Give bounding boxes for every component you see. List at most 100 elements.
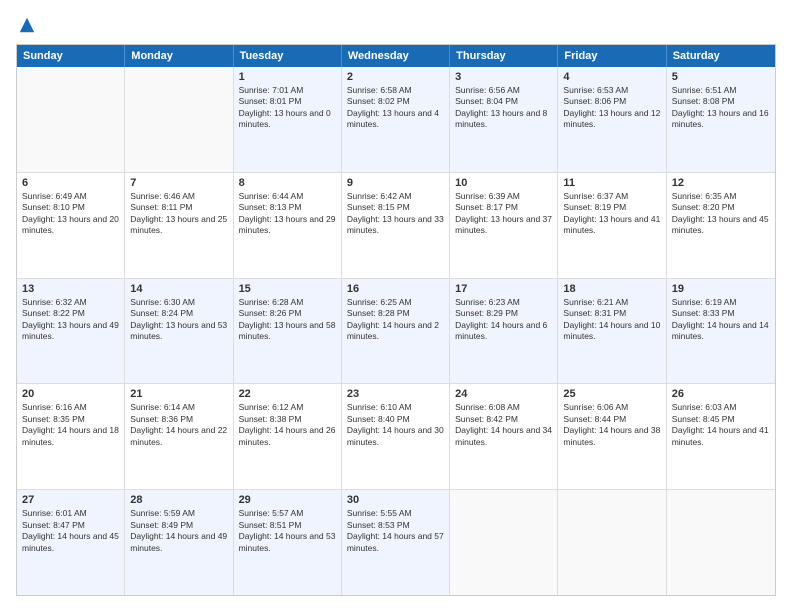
day-info: Sunrise: 6:01 AMSunset: 8:47 PMDaylight:… [22, 508, 119, 554]
day-number: 18 [563, 283, 660, 295]
day-number: 1 [239, 71, 336, 83]
day-cell-24: 24 Sunrise: 6:08 AMSunset: 8:42 PMDayligh… [450, 384, 558, 489]
calendar-row: 6 Sunrise: 6:49 AMSunset: 8:10 PMDaylight… [17, 172, 775, 278]
empty-cell [125, 67, 233, 172]
day-info: Sunrise: 6:12 AMSunset: 8:38 PMDaylight:… [239, 402, 336, 448]
day-info: Sunrise: 6:25 AMSunset: 8:28 PMDaylight:… [347, 297, 444, 343]
day-info: Sunrise: 6:06 AMSunset: 8:44 PMDaylight:… [563, 402, 660, 448]
calendar-row: 27 Sunrise: 6:01 AMSunset: 8:47 PMDayligh… [17, 489, 775, 595]
day-cell-22: 22 Sunrise: 6:12 AMSunset: 8:38 PMDayligh… [234, 384, 342, 489]
day-cell-26: 26 Sunrise: 6:03 AMSunset: 8:45 PMDayligh… [667, 384, 775, 489]
day-number: 10 [455, 177, 552, 189]
day-info: Sunrise: 6:10 AMSunset: 8:40 PMDaylight:… [347, 402, 444, 448]
day-number: 15 [239, 283, 336, 295]
day-cell-13: 13 Sunrise: 6:32 AMSunset: 8:22 PMDayligh… [17, 279, 125, 384]
day-number: 25 [563, 388, 660, 400]
day-number: 19 [672, 283, 770, 295]
day-info: Sunrise: 6:37 AMSunset: 8:19 PMDaylight:… [563, 191, 660, 237]
day-cell-27: 27 Sunrise: 6:01 AMSunset: 8:47 PMDayligh… [17, 490, 125, 595]
day-number: 2 [347, 71, 444, 83]
day-number: 30 [347, 494, 444, 506]
day-cell-15: 15 Sunrise: 6:28 AMSunset: 8:26 PMDayligh… [234, 279, 342, 384]
day-cell-29: 29Sunrise: 5:57 AMSunset: 8:51 PMDayligh… [234, 490, 342, 595]
day-number: 17 [455, 283, 552, 295]
empty-cell [667, 490, 775, 595]
day-header-monday: Monday [125, 45, 233, 67]
day-number: 5 [672, 71, 770, 83]
day-number: 11 [563, 177, 660, 189]
day-cell-14: 14Sunrise: 6:30 AMSunset: 8:24 PMDayligh… [125, 279, 233, 384]
day-info: Sunrise: 6:32 AMSunset: 8:22 PMDaylight:… [22, 297, 119, 343]
day-info: Sunrise: 6:16 AMSunset: 8:35 PMDaylight:… [22, 402, 119, 448]
day-number: 16 [347, 283, 444, 295]
logo-text [16, 16, 36, 34]
day-cell-23: 23 Sunrise: 6:10 AMSunset: 8:40 PMDayligh… [342, 384, 450, 489]
day-info: Sunrise: 6:51 AMSunset: 8:08 PMDaylight:… [672, 85, 770, 131]
day-info: Sunrise: 6:58 AMSunset: 8:02 PMDaylight:… [347, 85, 444, 131]
day-info: Sunrise: 6:56 AMSunset: 8:04 PMDaylight:… [455, 85, 552, 131]
day-number: 6 [22, 177, 119, 189]
day-info: Sunrise: 6:08 AMSunset: 8:42 PMDaylight:… [455, 402, 552, 448]
day-info: Sunrise: 6:14 AMSunset: 8:36 PMDaylight:… [130, 402, 227, 448]
day-cell-3: 3 Sunrise: 6:56 AMSunset: 8:04 PMDaylight… [450, 67, 558, 172]
day-info: Sunrise: 6:30 AMSunset: 8:24 PMDaylight:… [130, 297, 227, 343]
day-number: 27 [22, 494, 119, 506]
calendar-header: SundayMondayTuesdayWednesdayThursdayFrid… [17, 45, 775, 67]
day-number: 13 [22, 283, 119, 295]
day-info: Sunrise: 5:57 AMSunset: 8:51 PMDaylight:… [239, 508, 336, 554]
day-info: Sunrise: 6:53 AMSunset: 8:06 PMDaylight:… [563, 85, 660, 131]
day-cell-28: 28 Sunrise: 5:59 AMSunset: 8:49 PMDayligh… [125, 490, 233, 595]
day-number: 9 [347, 177, 444, 189]
day-info: Sunrise: 6:21 AMSunset: 8:31 PMDaylight:… [563, 297, 660, 343]
day-info: Sunrise: 6:42 AMSunset: 8:15 PMDaylight:… [347, 191, 444, 237]
day-cell-20: 20 Sunrise: 6:16 AMSunset: 8:35 PMDayligh… [17, 384, 125, 489]
day-header-wednesday: Wednesday [342, 45, 450, 67]
day-header-saturday: Saturday [667, 45, 775, 67]
day-cell-18: 18 Sunrise: 6:21 AMSunset: 8:31 PMDayligh… [558, 279, 666, 384]
day-cell-1: 1 Sunrise: 7:01 AMSunset: 8:01 PMDaylight… [234, 67, 342, 172]
day-cell-21: 21 Sunrise: 6:14 AMSunset: 8:36 PMDayligh… [125, 384, 233, 489]
day-cell-19: 19Sunrise: 6:19 AMSunset: 8:33 PMDayligh… [667, 279, 775, 384]
day-number: 26 [672, 388, 770, 400]
day-info: Sunrise: 6:35 AMSunset: 8:20 PMDaylight:… [672, 191, 770, 237]
day-number: 22 [239, 388, 336, 400]
day-info: Sunrise: 6:23 AMSunset: 8:29 PMDaylight:… [455, 297, 552, 343]
day-cell-10: 10Sunrise: 6:39 AMSunset: 8:17 PMDayligh… [450, 173, 558, 278]
logo-icon [18, 16, 36, 34]
day-header-tuesday: Tuesday [234, 45, 342, 67]
day-info: Sunrise: 6:46 AMSunset: 8:11 PMDaylight:… [130, 191, 227, 237]
day-cell-11: 11 Sunrise: 6:37 AMSunset: 8:19 PMDayligh… [558, 173, 666, 278]
day-number: 28 [130, 494, 227, 506]
day-number: 3 [455, 71, 552, 83]
page: SundayMondayTuesdayWednesdayThursdayFrid… [0, 0, 792, 612]
day-number: 4 [563, 71, 660, 83]
day-cell-25: 25 Sunrise: 6:06 AMSunset: 8:44 PMDayligh… [558, 384, 666, 489]
day-header-friday: Friday [558, 45, 666, 67]
day-cell-17: 17 Sunrise: 6:23 AMSunset: 8:29 PMDayligh… [450, 279, 558, 384]
day-cell-4: 4 Sunrise: 6:53 AMSunset: 8:06 PMDaylight… [558, 67, 666, 172]
day-number: 23 [347, 388, 444, 400]
day-number: 8 [239, 177, 336, 189]
day-info: Sunrise: 5:59 AMSunset: 8:49 PMDaylight:… [130, 508, 227, 554]
calendar-body: 1 Sunrise: 7:01 AMSunset: 8:01 PMDaylight… [17, 67, 775, 595]
day-info: Sunrise: 6:49 AMSunset: 8:10 PMDaylight:… [22, 191, 119, 237]
day-cell-7: 7 Sunrise: 6:46 AMSunset: 8:11 PMDaylight… [125, 173, 233, 278]
day-header-sunday: Sunday [17, 45, 125, 67]
day-number: 20 [22, 388, 119, 400]
empty-cell [17, 67, 125, 172]
day-cell-16: 16 Sunrise: 6:25 AMSunset: 8:28 PMDayligh… [342, 279, 450, 384]
day-cell-12: 12Sunrise: 6:35 AMSunset: 8:20 PMDayligh… [667, 173, 775, 278]
day-cell-9: 9 Sunrise: 6:42 AMSunset: 8:15 PMDaylight… [342, 173, 450, 278]
day-cell-2: 2 Sunrise: 6:58 AMSunset: 8:02 PMDaylight… [342, 67, 450, 172]
calendar-row: 1 Sunrise: 7:01 AMSunset: 8:01 PMDaylight… [17, 67, 775, 172]
day-number: 24 [455, 388, 552, 400]
empty-cell [558, 490, 666, 595]
header [16, 16, 776, 34]
calendar: SundayMondayTuesdayWednesdayThursdayFrid… [16, 44, 776, 596]
day-cell-5: 5 Sunrise: 6:51 AMSunset: 8:08 PMDaylight… [667, 67, 775, 172]
day-info: Sunrise: 6:03 AMSunset: 8:45 PMDaylight:… [672, 402, 770, 448]
day-number: 21 [130, 388, 227, 400]
day-number: 7 [130, 177, 227, 189]
day-info: Sunrise: 6:28 AMSunset: 8:26 PMDaylight:… [239, 297, 336, 343]
day-info: Sunrise: 7:01 AMSunset: 8:01 PMDaylight:… [239, 85, 336, 131]
